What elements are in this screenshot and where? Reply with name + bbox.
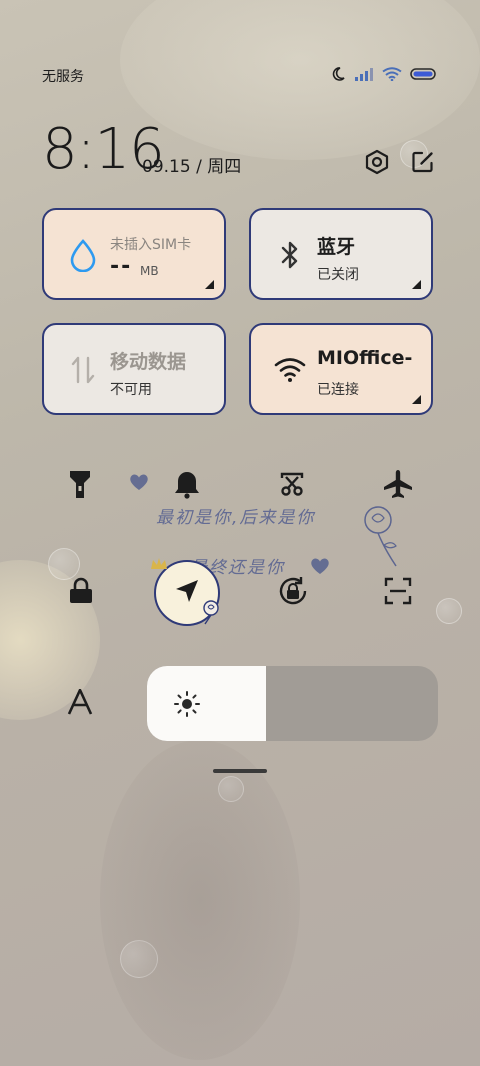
- status-icons: [330, 66, 438, 82]
- scan-icon: [384, 577, 412, 609]
- wifi-network-name: MIOffice-: [317, 347, 413, 369]
- bell-icon: [173, 469, 201, 503]
- water-drop-icon: [66, 238, 100, 272]
- rotation-lock-toggle[interactable]: [265, 565, 321, 621]
- wifi-status-icon: [382, 67, 402, 81]
- battery-icon: [410, 67, 438, 81]
- data-value: --: [110, 254, 133, 279]
- brightness-fill: [147, 666, 267, 741]
- auto-brightness-button[interactable]: [60, 684, 100, 724]
- crown-decoration-icon: [150, 556, 168, 575]
- tile-data-usage[interactable]: 未插入SIM卡 -- MB: [42, 208, 226, 300]
- tile-wifi[interactable]: MIOffice- 已连接: [249, 323, 433, 415]
- carrier-label: 无服务: [42, 69, 84, 85]
- sun-icon: [173, 690, 201, 718]
- font-a-icon: [67, 688, 93, 719]
- mobile-data-title: 移动数据: [110, 351, 187, 373]
- bluetooth-status: 已关闭: [317, 267, 359, 283]
- mobile-data-status: 不可用: [110, 382, 152, 398]
- brightness-slider[interactable]: [147, 666, 438, 741]
- expand-corner-icon: [412, 280, 421, 289]
- scissors-screenshot-icon: [278, 470, 306, 502]
- wifi-icon: [273, 353, 307, 387]
- flashlight-toggle[interactable]: [52, 458, 108, 514]
- tile-bluetooth[interactable]: 蓝牙 已关闭: [249, 208, 433, 300]
- expand-corner-icon: [412, 395, 421, 404]
- sim-status-label: 未插入SIM卡: [110, 237, 192, 253]
- moon-icon: [330, 66, 346, 82]
- rose-decoration-icon: [198, 598, 224, 630]
- screenshot-toggle[interactable]: [264, 458, 320, 514]
- scanner-toggle[interactable]: [370, 565, 426, 621]
- wifi-status: 已连接: [317, 382, 359, 398]
- tile-mobile-data[interactable]: 移动数据 不可用: [42, 323, 226, 415]
- bluetooth-title: 蓝牙: [317, 236, 356, 258]
- expand-corner-icon: [205, 280, 214, 289]
- silent-toggle[interactable]: [159, 458, 215, 514]
- settings-button[interactable]: [362, 149, 392, 179]
- location-arrow-icon: [173, 577, 201, 609]
- lock-icon: [68, 577, 94, 609]
- airplane-mode-toggle[interactable]: [370, 458, 426, 514]
- flashlight-icon: [68, 468, 92, 504]
- date-label: 09.15 / 周四: [142, 157, 242, 177]
- mobile-data-arrows-icon: [66, 353, 100, 387]
- data-unit: MB: [140, 264, 159, 278]
- panel-drag-handle[interactable]: [213, 769, 267, 773]
- lock-screen-toggle[interactable]: [53, 565, 109, 621]
- bluetooth-icon: [273, 238, 307, 272]
- heart-decoration: [128, 471, 150, 497]
- settings-hex-icon: [364, 149, 390, 179]
- airplane-icon: [382, 468, 414, 504]
- status-bar: 无服务: [42, 62, 438, 90]
- edit-button[interactable]: [408, 149, 438, 179]
- rotation-lock-icon: [276, 574, 310, 612]
- edit-icon: [411, 150, 435, 178]
- signal-icon: [354, 67, 374, 81]
